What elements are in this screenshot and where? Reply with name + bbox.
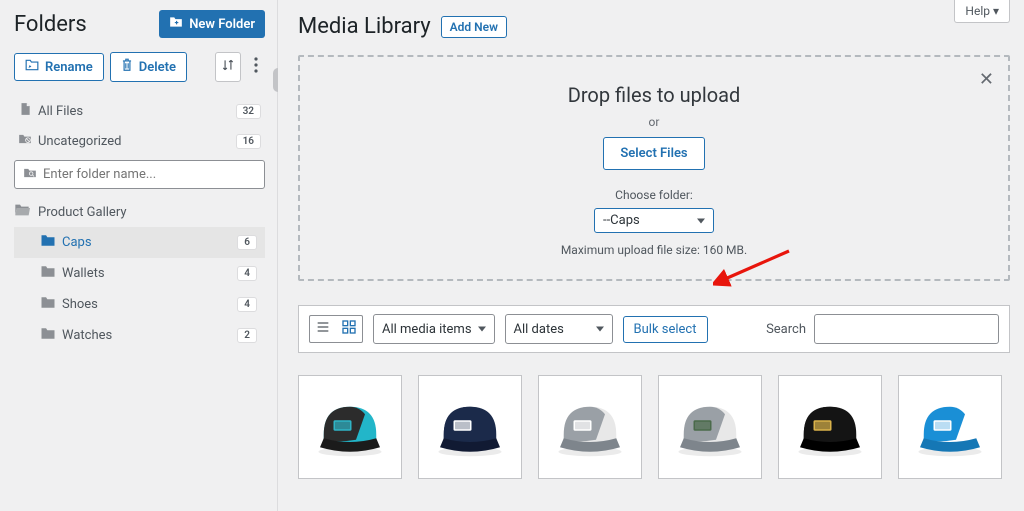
list-view-button[interactable]	[310, 316, 336, 342]
cap-image-icon	[425, 392, 515, 462]
sidebar-item-count: 6	[237, 235, 257, 250]
media-toolbar: All media items All dates Bulk select Se…	[298, 305, 1010, 353]
close-icon[interactable]: ✕	[979, 69, 994, 90]
select-files-button[interactable]: Select Files	[603, 137, 704, 170]
folder-group-label: Product Gallery	[38, 205, 127, 220]
sidebar-item-label: Shoes	[62, 297, 237, 312]
sort-icon	[221, 58, 235, 76]
folder-icon	[40, 296, 62, 313]
view-toggle	[309, 315, 363, 343]
sidebar-item-watches[interactable]: Watches 2	[14, 320, 265, 351]
page-title: Media Library	[298, 14, 431, 39]
list-icon	[315, 319, 331, 339]
cap-image-icon	[905, 392, 995, 462]
sidebar-item-label: Watches	[62, 328, 237, 343]
sort-button[interactable]	[215, 52, 241, 82]
folder-open-icon	[14, 203, 30, 221]
media-thumb[interactable]	[898, 375, 1002, 479]
sidebar-item-count: 4	[237, 297, 257, 312]
sidebar-item-count: 2	[237, 328, 257, 343]
dropzone-or: or	[310, 115, 998, 129]
grid-icon	[341, 319, 357, 339]
sidebar-item-caps[interactable]: Caps 6	[14, 227, 265, 258]
annotation-arrow-icon	[713, 247, 793, 291]
media-thumb[interactable]	[538, 375, 642, 479]
sidebar-title: Folders	[14, 12, 87, 37]
media-type-value: All media items	[382, 322, 472, 337]
uncategorized-item[interactable]: Uncategorized 16	[14, 126, 265, 156]
search-label: Search	[766, 322, 806, 337]
help-label: Help ▾	[965, 4, 999, 18]
folder-search[interactable]	[14, 160, 265, 189]
folder-group-product-gallery[interactable]: Product Gallery	[14, 199, 265, 227]
plus-folder-icon	[169, 16, 183, 32]
new-folder-button[interactable]: New Folder	[159, 10, 265, 38]
sidebar-item-label: Caps	[62, 235, 237, 250]
cap-image-icon	[665, 392, 755, 462]
sidebar-item-shoes[interactable]: Shoes 4	[14, 289, 265, 320]
media-thumb[interactable]	[298, 375, 402, 479]
folder-icon	[40, 265, 62, 282]
cap-image-icon	[545, 392, 635, 462]
delete-button[interactable]: Delete	[110, 52, 187, 82]
date-filter[interactable]: All dates	[505, 314, 613, 344]
media-thumb[interactable]	[658, 375, 762, 479]
date-filter-value: All dates	[514, 322, 564, 337]
sidebar-item-label: Wallets	[62, 266, 237, 281]
media-gallery	[298, 375, 1010, 479]
uncategorized-count: 16	[236, 134, 261, 149]
ellipsis-vertical-icon	[254, 57, 258, 77]
media-thumb[interactable]	[778, 375, 882, 479]
choose-folder-label: Choose folder:	[310, 188, 998, 202]
sidebar-item-wallets[interactable]: Wallets 4	[14, 258, 265, 289]
grid-view-button[interactable]	[336, 316, 362, 342]
folders-sidebar: Folders New Folder Rename Delete	[0, 0, 278, 511]
trash-icon	[121, 58, 133, 76]
pencil-folder-icon	[25, 59, 39, 75]
rename-button[interactable]: Rename	[14, 53, 104, 81]
cap-image-icon	[785, 392, 875, 462]
uncategorized-label: Uncategorized	[38, 134, 236, 149]
folder-icon	[40, 327, 62, 344]
search-folder-icon	[23, 165, 37, 184]
new-folder-label: New Folder	[189, 17, 255, 32]
all-files-item[interactable]: All Files 32	[14, 96, 265, 126]
add-new-label: Add New	[450, 20, 498, 34]
add-new-button[interactable]: Add New	[441, 16, 507, 38]
bulk-select-button[interactable]: Bulk select	[623, 316, 708, 343]
more-button[interactable]	[247, 52, 265, 82]
folder-icon	[40, 234, 62, 251]
dropzone-heading: Drop files to upload	[310, 83, 998, 107]
folder-search-input[interactable]	[43, 167, 256, 182]
search-input[interactable]	[814, 314, 999, 344]
media-thumb[interactable]	[418, 375, 522, 479]
cap-image-icon	[305, 392, 395, 462]
file-icon	[18, 102, 38, 120]
help-tab[interactable]: Help ▾	[954, 0, 1010, 23]
media-type-filter[interactable]: All media items	[373, 314, 495, 344]
all-files-label: All Files	[38, 104, 236, 119]
max-upload-note: Maximum upload file size: 160 MB.	[310, 243, 998, 257]
sidebar-item-count: 4	[237, 266, 257, 281]
select-files-label: Select Files	[620, 146, 687, 161]
all-files-count: 32	[236, 104, 261, 119]
choose-folder-value: --Caps	[603, 213, 640, 228]
upload-dropzone[interactable]: ✕ Drop files to upload or Select Files C…	[298, 55, 1010, 281]
rename-label: Rename	[45, 60, 93, 75]
delete-label: Delete	[139, 60, 176, 75]
bulk-select-label: Bulk select	[634, 322, 697, 337]
choose-folder-select[interactable]: --Caps	[594, 208, 714, 233]
ban-folder-icon	[18, 132, 38, 150]
main-content: Help ▾ Media Library Add New ✕ Drop file…	[278, 0, 1024, 511]
